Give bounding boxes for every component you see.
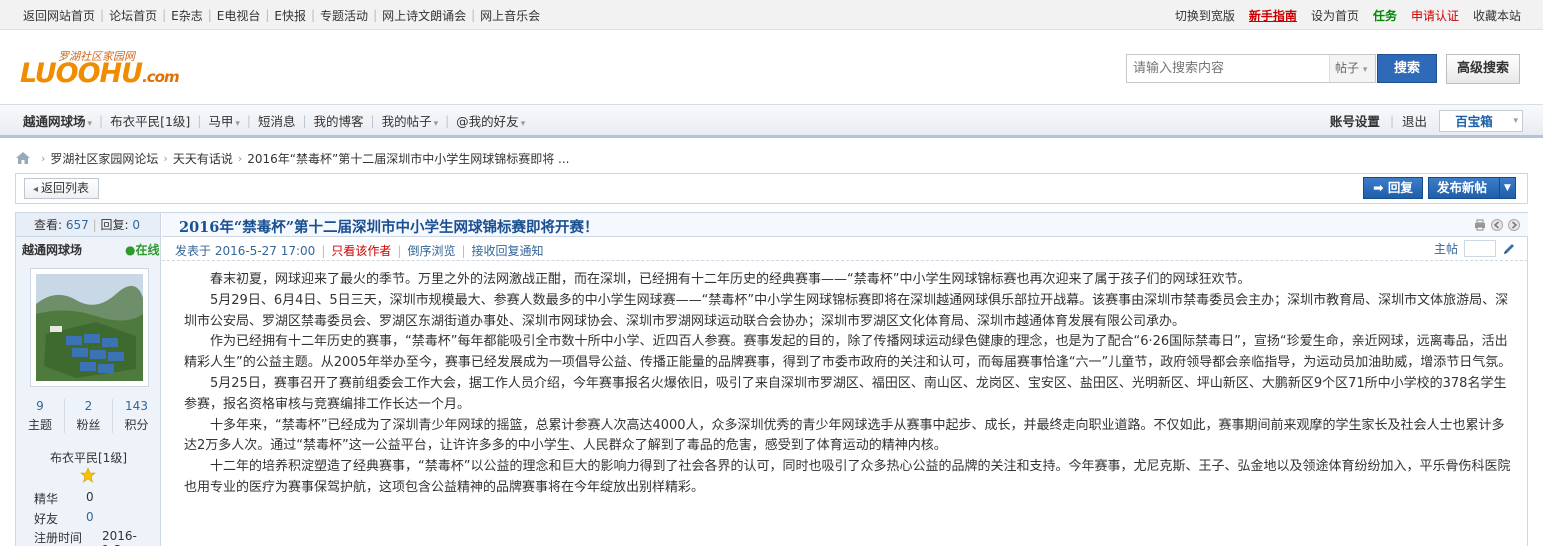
- search-button[interactable]: 搜索: [1377, 54, 1437, 83]
- newbie-guide-link[interactable]: 新手指南: [1249, 7, 1297, 24]
- nav-short-message[interactable]: 短消息: [253, 111, 301, 130]
- breadcrumb-board[interactable]: 天天有话说: [173, 150, 233, 167]
- site-logo[interactable]: 罗湖社区家园网 LUOOHU.com: [20, 48, 195, 96]
- author-sidebar: 查看: 657 | 回复: 0 越通网球场 ●在线 9 主题 2 粉丝 143 …: [16, 213, 161, 546]
- chevron-right-icon: ›: [237, 151, 243, 165]
- link-forum-home[interactable]: 论坛首页: [104, 7, 162, 24]
- nav-username[interactable]: 越通网球场 ▾: [18, 111, 97, 130]
- post-paragraph: 春末初夏，网球迎来了最火的季节。万里之外的法网激战正酣，而在深圳，已经拥有十二年…: [210, 272, 1251, 287]
- receive-notify-link[interactable]: 接收回复通知: [472, 242, 544, 259]
- link-e-tv[interactable]: E电视台: [212, 7, 266, 24]
- avatar[interactable]: [30, 268, 149, 387]
- post-paragraph: 5月29日、6月4日、5日三天，深圳市规模最大、参赛人数最多的中小学生网球赛——…: [184, 292, 1509, 329]
- treasure-box-dropdown[interactable]: 百宝箱 ▾: [1439, 109, 1523, 132]
- logo-en-text: LUOOHU.com: [20, 58, 180, 89]
- post-paragraph: 十多年来，“禁毒杯”已经成为了深圳青少年网球的摇篮，总累计参赛人次高达4000人…: [184, 417, 1505, 454]
- tasks-link[interactable]: 任务: [1373, 7, 1397, 24]
- link-home[interactable]: 返回网站首页: [18, 7, 100, 24]
- set-home-link[interactable]: 设为首页: [1311, 7, 1359, 24]
- friends-row: 好友 0: [34, 510, 94, 526]
- link-poetry[interactable]: 网上诗文朗诵会: [377, 7, 471, 24]
- reverse-browse-link[interactable]: 倒序浏览: [407, 242, 455, 259]
- fans-stat[interactable]: 2 粉丝: [64, 399, 112, 433]
- only-author-link[interactable]: 只看该作者: [331, 242, 391, 259]
- search-input[interactable]: [1127, 55, 1327, 82]
- post-paragraph: 5月25日，赛事召开了赛前组委会工作大会，据工作人员介绍，今年赛事报名火爆依旧，…: [184, 375, 1507, 412]
- points-stat[interactable]: 143 积分: [112, 399, 160, 433]
- nav-my-friends[interactable]: @我的好友 ▾: [451, 111, 530, 130]
- chevron-down-icon: ▾: [433, 119, 439, 129]
- search-type-select[interactable]: 帖子 ▾: [1329, 55, 1375, 82]
- reply-arrow-icon: ➡: [1373, 180, 1384, 195]
- header: 罗湖社区家园网 LUOOHU.com 帖子 ▾ 搜索 高级搜索: [0, 30, 1543, 104]
- advanced-search-button[interactable]: 高级搜索: [1446, 54, 1520, 84]
- author-name[interactable]: 越通网球场: [22, 241, 82, 258]
- post-main: 2016年“禁毒杯”第十二届深圳市中小学生网球锦标赛即将开赛！ 发表于 2016…: [162, 213, 1528, 546]
- chevron-right-icon: ›: [163, 151, 168, 165]
- breadcrumb: › 罗湖社区家园网论坛 › 天天有话说 › 2016年“禁毒杯”第十二届深圳市中…: [16, 150, 569, 166]
- title-tools: [1474, 219, 1520, 231]
- online-dot-icon: ●: [125, 243, 136, 257]
- chevron-right-icon: ›: [41, 151, 46, 165]
- breadcrumb-forum[interactable]: 罗湖社区家园网论坛: [50, 150, 158, 167]
- chevron-down-icon: ▾: [235, 119, 240, 129]
- logout-link[interactable]: 退出: [1402, 111, 1427, 130]
- chevron-down-icon: ▾: [520, 119, 526, 129]
- top-bar: 返回网站首页 | 论坛首页 | E杂志 | E电视台 | E快报 | 专题活动 | 网上诗文…: [0, 0, 1543, 30]
- online-status: ●在线: [125, 243, 160, 257]
- floor-jump-input[interactable]: [1464, 240, 1496, 257]
- replies-count: 0: [132, 218, 140, 232]
- top-links: 返回网站首页 | 论坛首页 | E杂志 | E电视台 | E快报 | 专题活动 | 网上诗文…: [18, 0, 545, 30]
- post-paragraph: 作为已经拥有十二年历史的赛事，“禁毒杯”每年都能吸引全市数十所中小学、近四百人参…: [184, 334, 1512, 371]
- post-container: 查看: 657 | 回复: 0 越通网球场 ●在线 9 主题 2 粉丝 143 …: [15, 212, 1528, 546]
- essence-row: 精华 0: [34, 490, 94, 506]
- star-icon: [80, 467, 96, 483]
- next-thread-icon[interactable]: [1508, 219, 1520, 231]
- link-e-news[interactable]: E快报: [269, 7, 311, 24]
- avatar-image: [36, 274, 143, 381]
- new-post-button[interactable]: 发布新帖 ▼: [1428, 177, 1516, 199]
- user-nav: 越通网球场 ▾ | 布衣平民[1级] | 马甲 ▾ | 短消息 | 我的博客 | 我…: [0, 104, 1543, 138]
- topics-stat[interactable]: 9 主题: [16, 399, 64, 433]
- chevron-down-icon[interactable]: ▼: [1499, 178, 1515, 198]
- post-paragraph: 十二年的培养积淀塑造了经典赛事，“禁毒杯”以公益的理念和巨大的影响力得到了社会各…: [184, 459, 1511, 495]
- nav-my-blog[interactable]: 我的博客: [309, 111, 369, 130]
- top-right-links: 切换到宽版 新手指南 设为首页 任务 申请认证 收藏本站: [1175, 0, 1521, 30]
- chevron-down-icon: ▾: [1513, 115, 1518, 126]
- link-e-magazine[interactable]: E杂志: [166, 7, 208, 24]
- search-box: 帖子 ▾: [1126, 54, 1376, 83]
- chevron-left-icon: ◂: [33, 184, 39, 195]
- breadcrumb-thread: 2016年“禁毒杯”第十二届深圳市中小学生网球锦标赛即将 ...: [247, 151, 570, 166]
- chevron-down-icon: ▾: [1362, 65, 1368, 75]
- reply-button[interactable]: ➡ 回复: [1363, 177, 1423, 199]
- post-title-bar: 2016年“禁毒杯”第十二届深圳市中小学生网球锦标赛即将开赛！: [162, 213, 1528, 237]
- prev-thread-icon[interactable]: [1491, 219, 1503, 231]
- bookmark-link[interactable]: 收藏本站: [1473, 7, 1521, 24]
- link-concert[interactable]: 网上音乐会: [475, 7, 545, 24]
- chevron-down-icon: ▾: [87, 119, 93, 129]
- home-icon[interactable]: [16, 152, 30, 164]
- pen-icon[interactable]: [1502, 242, 1516, 256]
- post-content: 春末初夏，网球迎来了最火的季节。万里之外的法网激战正酣，而在深圳，已经拥有十二年…: [184, 270, 1514, 499]
- nav-my-posts[interactable]: 我的帖子 ▾: [377, 111, 444, 130]
- thread-toolbar: ◂ 返回列表 ➡ 回复 发布新帖 ▼: [15, 173, 1528, 204]
- views-count: 657: [65, 218, 89, 232]
- author-rank[interactable]: 布衣平民[1级]: [16, 449, 161, 466]
- nav-mount[interactable]: 马甲 ▾: [203, 111, 245, 130]
- author-counts: 9 主题 2 粉丝 143 积分: [16, 399, 161, 433]
- apply-cert-link[interactable]: 申请认证: [1411, 7, 1459, 24]
- print-icon[interactable]: [1474, 219, 1486, 231]
- back-to-list-button[interactable]: ◂ 返回列表: [24, 178, 99, 199]
- link-special[interactable]: 专题活动: [315, 7, 373, 24]
- post-meta: 发表于 2016-5-27 17:00 | 只看该作者 | 倒序浏览 | 接收回…: [162, 237, 1528, 261]
- switch-wide-link[interactable]: 切换到宽版: [1175, 7, 1235, 24]
- register-row: 注册时间2016-1-2: [34, 529, 137, 546]
- thread-stats: 查看: 657 | 回复: 0: [16, 213, 160, 237]
- thread-title: 2016年“禁毒杯”第十二届深圳市中小学生网球锦标赛即将开赛！: [179, 219, 599, 236]
- publish-time: 发表于 2016-5-27 17:00: [175, 244, 316, 258]
- account-settings-link[interactable]: 账号设置: [1330, 111, 1380, 130]
- floor-label: 主帖: [1433, 242, 1458, 256]
- nav-rank[interactable]: 布衣平民[1级]: [105, 111, 195, 130]
